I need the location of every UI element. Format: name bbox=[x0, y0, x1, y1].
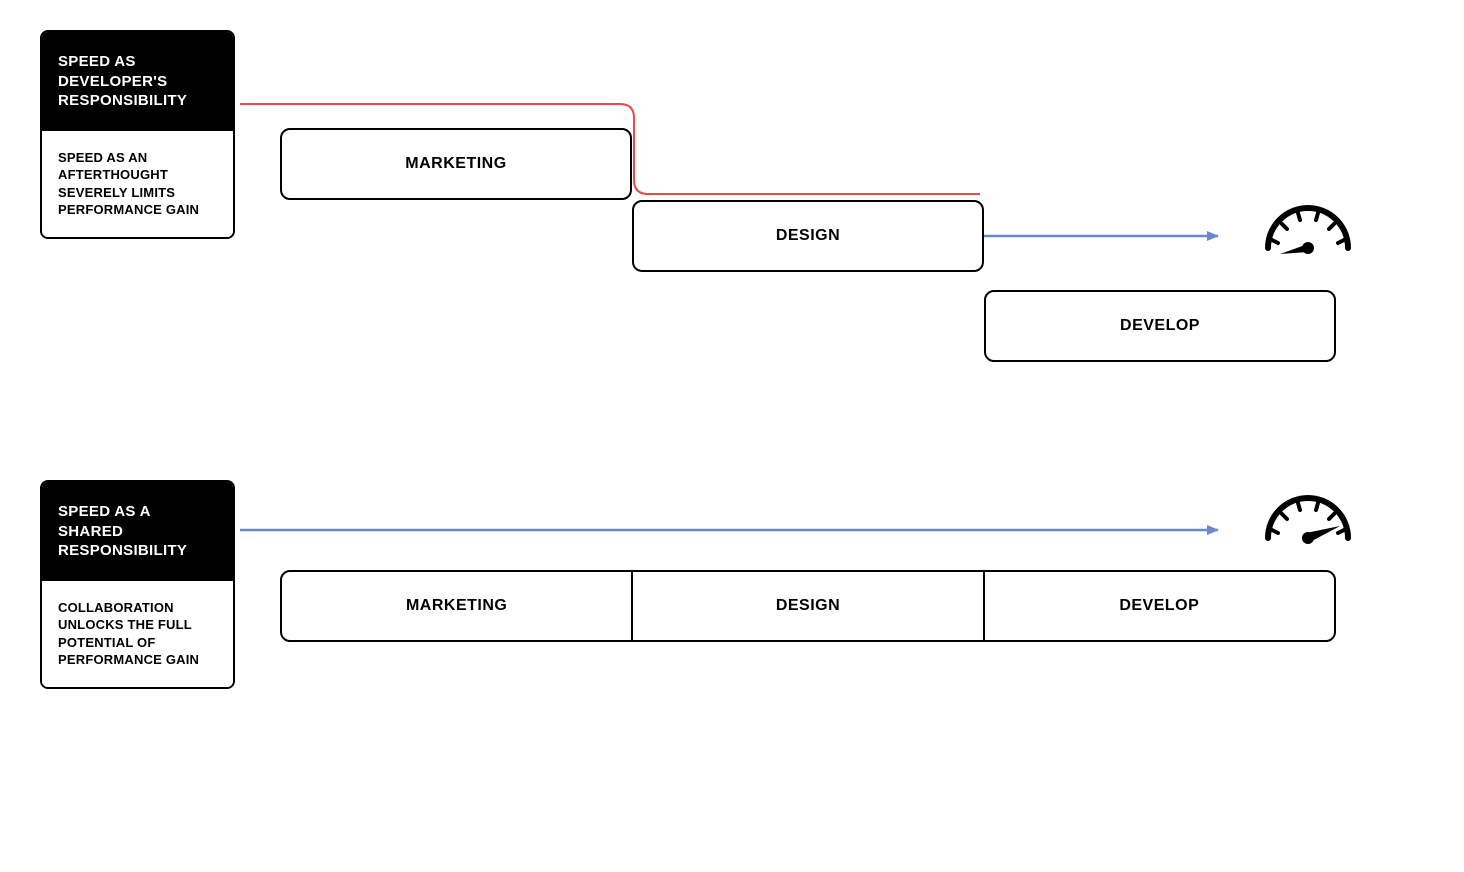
stage-label: DESIGN bbox=[776, 597, 840, 615]
top-card-title: SPEED AS DEVELOPER'S RESPONSIBILITY bbox=[42, 32, 233, 131]
bottom-stage-marketing: MARKETING bbox=[282, 572, 633, 640]
stage-label: DEVELOP bbox=[1120, 317, 1200, 335]
top-card: SPEED AS DEVELOPER'S RESPONSIBILITY SPEE… bbox=[40, 30, 235, 239]
bottom-stage-row: MARKETING DESIGN DEVELOP bbox=[280, 570, 1336, 642]
bottom-stage-develop: DEVELOP bbox=[985, 572, 1334, 640]
gauge-low-icon bbox=[1268, 208, 1348, 254]
bottom-card: SPEED AS A SHARED RESPONSIBILITY COLLABO… bbox=[40, 480, 235, 689]
top-stage-develop: DEVELOP bbox=[984, 290, 1336, 362]
bottom-card-title: SPEED AS A SHARED RESPONSIBILITY bbox=[42, 482, 233, 581]
stage-label: DESIGN bbox=[776, 227, 840, 245]
gauge-high-icon bbox=[1268, 498, 1348, 544]
top-stage-design: DESIGN bbox=[632, 200, 984, 272]
stage-label: MARKETING bbox=[406, 597, 507, 615]
top-card-body: SPEED AS AN AFTERTHOUGHT SEVERELY LIMITS… bbox=[42, 131, 233, 237]
stage-label: DEVELOP bbox=[1119, 597, 1199, 615]
stage-label: MARKETING bbox=[405, 155, 506, 173]
bottom-stage-design: DESIGN bbox=[633, 572, 984, 640]
bottom-card-body: COLLABORATION UNLOCKS THE FULL POTENTIAL… bbox=[42, 581, 233, 687]
top-stage-marketing: MARKETING bbox=[280, 128, 632, 200]
